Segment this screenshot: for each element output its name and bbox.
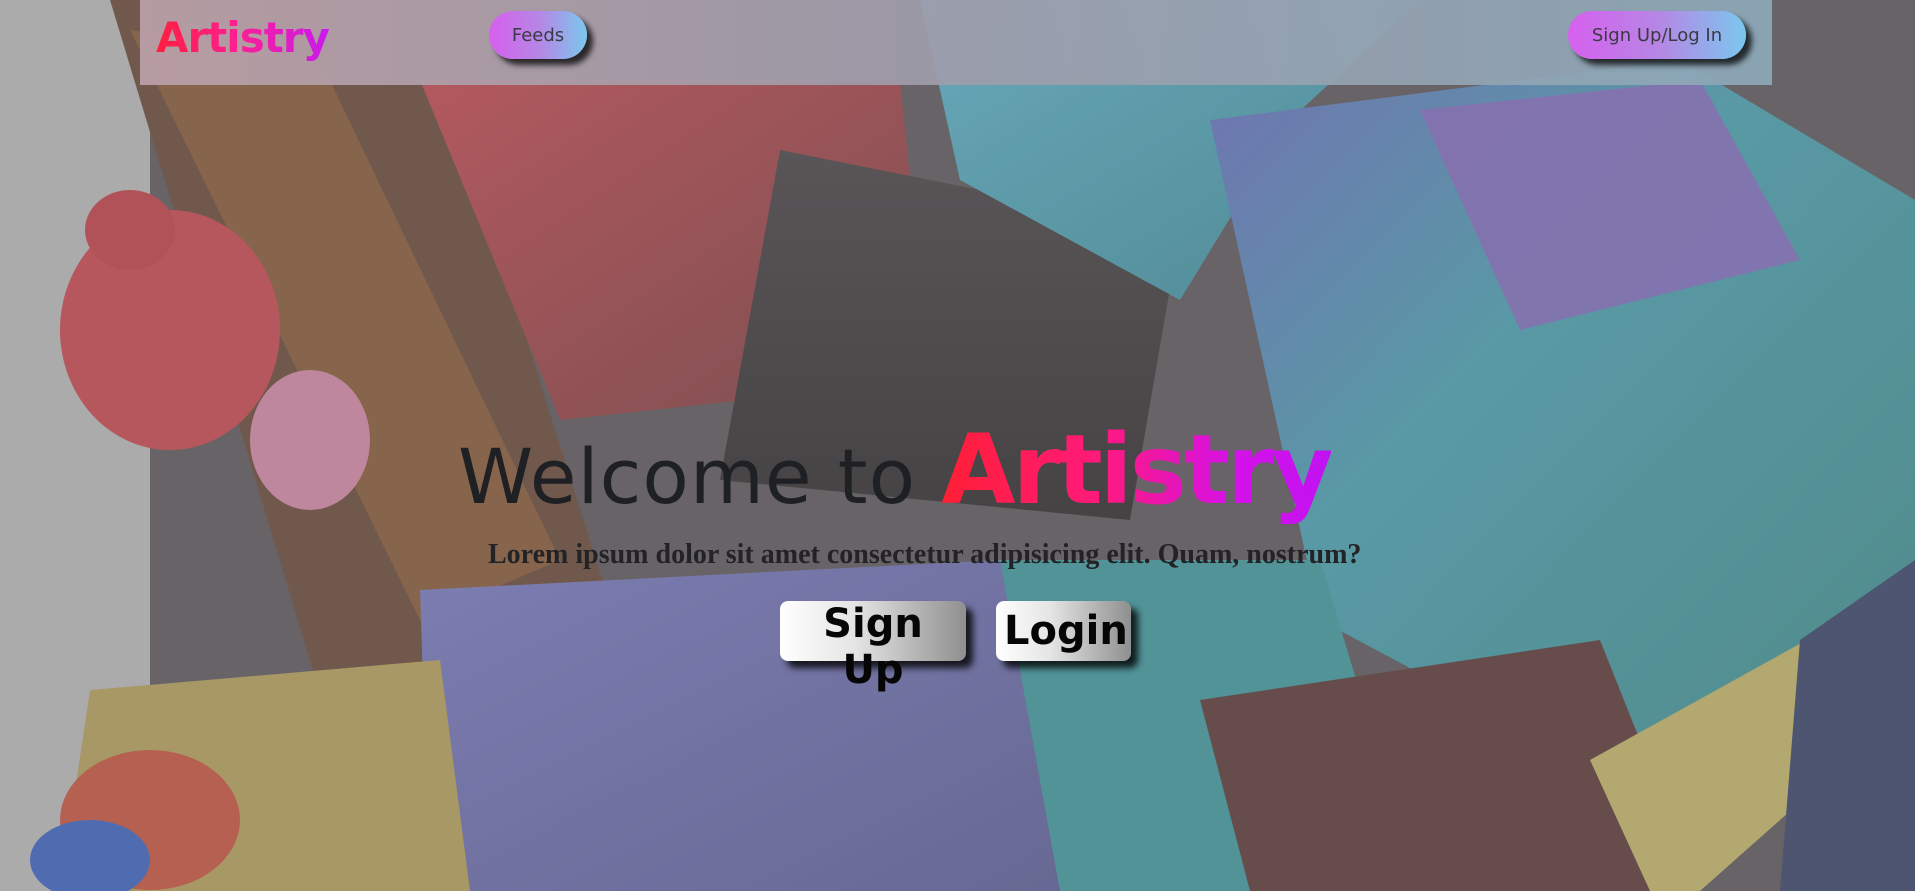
- signup-button[interactable]: Sign Up: [780, 601, 966, 693]
- hero-welcome-text: Welcome to: [458, 432, 942, 521]
- hero-brand-text: Artistry: [941, 414, 1333, 526]
- hero-subtitle: Lorem ipsum dolor sit amet consectetur a…: [488, 539, 1362, 570]
- top-navbar: Artistry Feeds Sign Up/Log In: [140, 0, 1772, 85]
- hero-title: Welcome to Artistry: [458, 414, 1334, 553]
- landing-page: Artistry Feeds Sign Up/Log In Welcome to…: [0, 0, 1915, 891]
- signup-login-button[interactable]: Sign Up/Log In: [1568, 11, 1746, 59]
- feeds-button[interactable]: Feeds: [489, 11, 587, 59]
- brand-logo[interactable]: Artistry: [156, 8, 330, 68]
- login-button[interactable]: Login: [996, 601, 1131, 661]
